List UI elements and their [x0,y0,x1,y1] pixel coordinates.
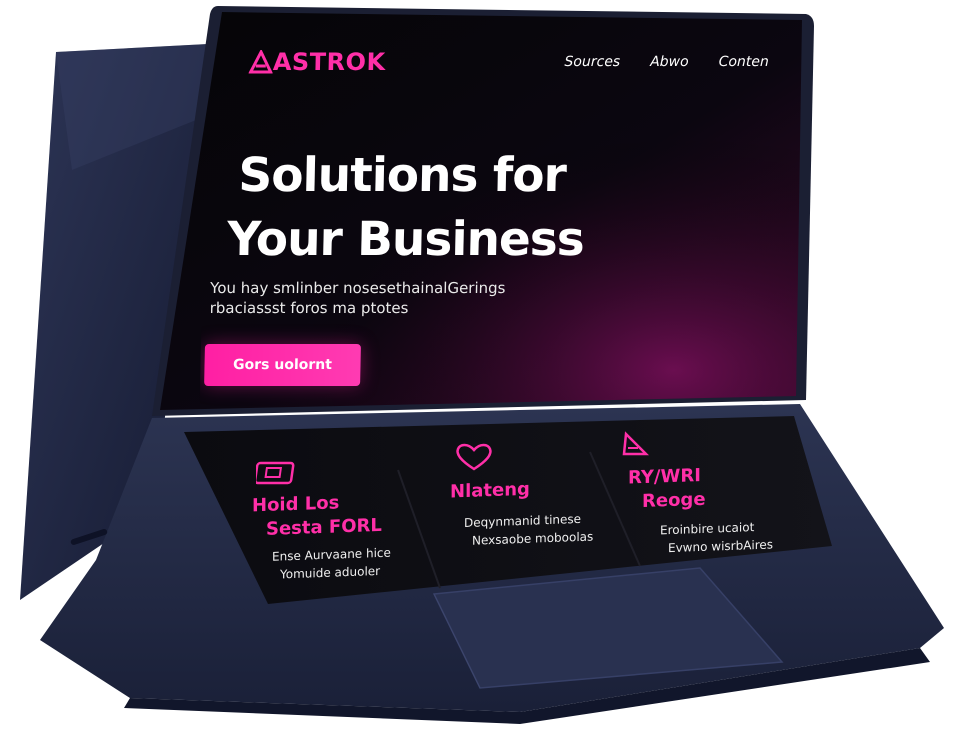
hero-description: You hay smlinber nosesethainalGerings rb… [210,278,506,318]
hero-title-line-2: Your Business [226,212,585,267]
screen-content: ASTROK Sources Abwo Conten Solutions for… [199,8,810,418]
hero-description-line-1: You hay smlinber nosesethainalGerings [209,279,506,297]
hero-description-line-2: rbaciassst foros ma ptotes [209,299,409,317]
feature-card-1[interactable]: Hoid Los Sesta FORL Ense Aurvaane hice Y… [252,490,391,585]
hero-title-line-1: Solutions for [237,148,567,203]
feature-card-3[interactable]: RY/WRI Reoge Eroinbire ucaiot Evwno wisr… [628,461,773,558]
nav-item-sources[interactable]: Sources [564,54,620,70]
feature-card-2[interactable]: Nlateng Deqynmanid tinese Nexsaobe moboo… [450,475,593,550]
card-1-title-line-2: Sesta FORL [266,514,382,540]
nav-item-content[interactable]: Conten [718,54,769,70]
brand-name: ASTROK [272,48,386,76]
nav-item-about[interactable]: Abwo [650,54,689,70]
top-nav: Sources Abwo Conten [564,54,769,70]
laptop-stage: ASTROK Sources Abwo Conten Solutions for… [0,0,955,754]
card-3-title-line-2: Reoge [642,488,706,513]
card-2-title-line-1: Nlateng [450,478,530,503]
brand-logo[interactable]: ASTROK [248,48,386,76]
cta-button[interactable]: Gors uolornt [204,344,361,386]
hero-title: Solutions for Your Business [226,144,749,272]
astrok-logo-icon [248,50,274,74]
